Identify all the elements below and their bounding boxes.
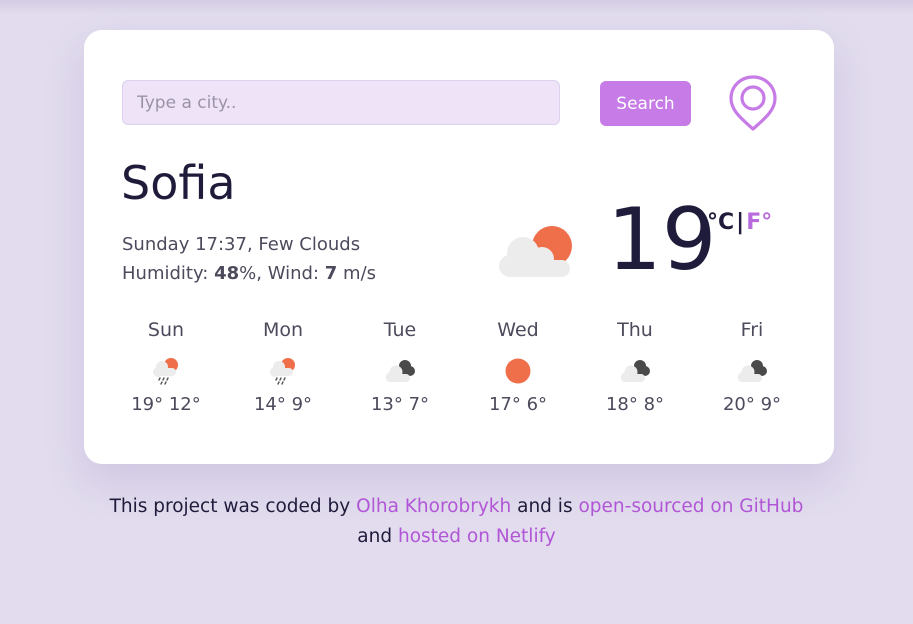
forecast-day: Fri 20° 9° [694, 316, 810, 415]
weather-card: Search Sofia Sunday 17:37, Few Clouds Hu… [84, 30, 834, 464]
humidity-label: Humidity: [122, 263, 209, 284]
forecast-temps: 13° 7° [342, 394, 458, 415]
footer-text-2: and is [517, 496, 573, 517]
current-temperature: 19 [607, 190, 717, 290]
author-link[interactable]: Olha Khorobrykh [356, 496, 511, 517]
search-button[interactable]: Search [600, 81, 691, 126]
forecast-temps: 14° 9° [225, 394, 341, 415]
forecast-max: 20° [722, 394, 755, 415]
current-location-button[interactable] [728, 74, 778, 132]
date-description-line: Sunday 17:37, Few Clouds [122, 234, 361, 255]
top-band [0, 0, 913, 14]
wind-value: 7 [324, 263, 338, 284]
forecast-day-name: Wed [497, 319, 539, 341]
forecast-temps: 17° 6° [460, 394, 576, 415]
broken-clouds-icon [621, 360, 650, 382]
forecast-max: 13° [370, 394, 403, 415]
forecast-day: Wed 17° 6° [460, 316, 576, 415]
footer: This project was coded by Olha Khorobryk… [0, 492, 913, 552]
forecast-day-name: Tue [383, 319, 417, 341]
footer-text-1: This project was coded by [109, 496, 351, 517]
forecast-min: 12° [168, 394, 201, 415]
wind-unit: m/s [343, 263, 377, 284]
forecast-min: 6° [526, 394, 548, 415]
day-time: Sunday 17:37 [122, 234, 247, 255]
city-name: Sofia [121, 156, 236, 210]
rain-sun-icon [153, 358, 178, 385]
forecast-day: Tue 13° 7° [342, 316, 458, 415]
sun-icon [505, 358, 531, 384]
forecast-day-name: Sun [147, 319, 185, 341]
forecast-min: 9° [291, 394, 313, 415]
wind-label: Wind: [267, 263, 320, 284]
city-search-input[interactable] [122, 80, 560, 125]
forecast-temps: 20° 9° [694, 394, 810, 415]
humidity-unit: % [239, 263, 257, 284]
netlify-link[interactable]: hosted on Netlify [398, 526, 556, 547]
forecast-temps: 18° 8° [577, 394, 693, 415]
footer-text-3: and [357, 526, 393, 547]
forecast-day: Mon 14° 9° [225, 316, 341, 415]
github-link[interactable]: open-sourced on GitHub [578, 496, 803, 517]
forecast-day: Thu 18° 8° [577, 316, 693, 415]
forecast-max: 18° [605, 394, 638, 415]
forecast-min: 7° [408, 394, 430, 415]
unit-separator: | [736, 210, 745, 235]
current-details: Sunday 17:37, Few Clouds Humidity: 48%, … [122, 230, 376, 288]
forecast-temps: 19° 12° [108, 394, 224, 415]
weather-description: Few Clouds [258, 234, 361, 255]
fahrenheit-link[interactable]: F° [746, 210, 772, 235]
forecast-max: 14° [253, 394, 286, 415]
humidity-value: 48 [214, 263, 240, 284]
forecast-min: 8° [643, 394, 665, 415]
forecast-day-name: Mon [262, 319, 304, 341]
forecast-day-name: Thu [617, 319, 653, 341]
humidity-wind-line: Humidity: 48%, Wind: 7 m/s [122, 263, 377, 284]
celsius-unit: °C [707, 210, 735, 235]
rain-sun-icon [270, 358, 295, 385]
few-clouds-day-icon [499, 226, 572, 277]
forecast-day: Sun 19° 12° [108, 316, 224, 415]
unit-switch: °C|F° [707, 210, 772, 235]
forecast-day-name: Fri [740, 319, 764, 341]
forecast-max: 19° [131, 394, 164, 415]
broken-clouds-icon [738, 360, 767, 382]
footer-line-2: and hosted on Netlify [0, 522, 913, 552]
map-pin-icon [729, 75, 777, 131]
forecast-max: 17° [488, 394, 521, 415]
forecast-row: Sun 19° 12° Mon 14° 9° Tue 13° 7° Wed 17… [108, 316, 812, 426]
forecast-min: 9° [760, 394, 782, 415]
broken-clouds-icon [386, 360, 415, 382]
footer-line-1: This project was coded by Olha Khorobryk… [0, 492, 913, 522]
